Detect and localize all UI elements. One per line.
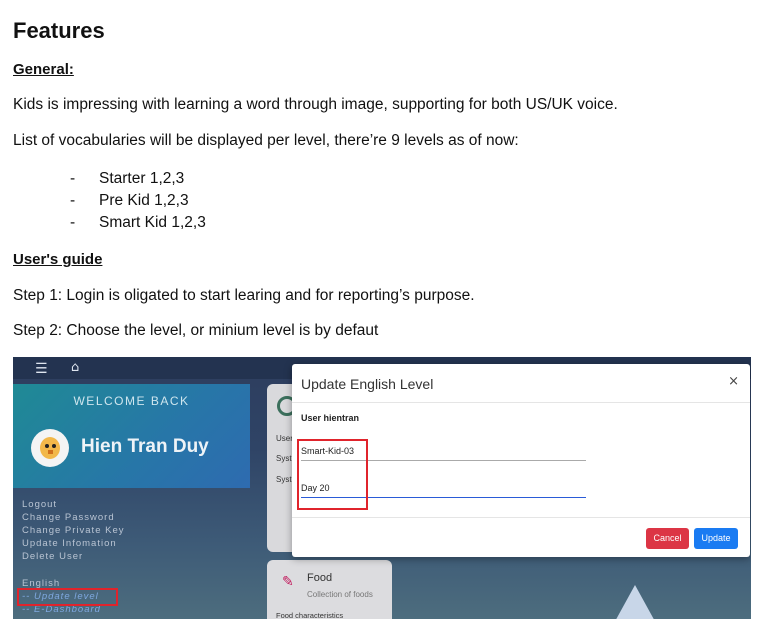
welcome-card: WELCOME BACK Hien Tran Duy bbox=[13, 384, 250, 488]
list-item: - Smart Kid 1,2,3 bbox=[70, 214, 206, 232]
cancel-button[interactable]: Cancel bbox=[646, 528, 689, 549]
pyramid-decoration bbox=[613, 585, 657, 619]
step-2: Step 2: Choose the level, or minium leve… bbox=[13, 322, 379, 339]
modal-title: Update English Level bbox=[301, 376, 434, 392]
food-title: Food bbox=[307, 572, 333, 584]
bullet-dash: - bbox=[70, 192, 76, 209]
list-item-text: Smart Kid 1,2,3 bbox=[99, 214, 206, 231]
embedded-screenshot: ☰ ⌂ WELCOME BACK Hien Tran Duy Logout Ch… bbox=[13, 357, 751, 619]
update-button[interactable]: Update bbox=[694, 528, 738, 549]
update-level-modal: Update English Level × User hientran Sma… bbox=[292, 364, 750, 557]
guide-heading: User's guide bbox=[13, 251, 103, 268]
sidebar-item-delete-user[interactable]: Delete User bbox=[22, 551, 83, 562]
food-characteristics: Food characteristics bbox=[276, 611, 344, 619]
highlight-box-update-level bbox=[17, 588, 118, 606]
brush-icon: ✎ bbox=[282, 574, 294, 590]
general-heading: General: bbox=[13, 61, 74, 78]
bullet-dash: - bbox=[70, 170, 76, 187]
user-name: Hien Tran Duy bbox=[81, 436, 209, 457]
avatar bbox=[31, 429, 69, 467]
home-icon[interactable]: ⌂ bbox=[71, 360, 79, 375]
list-item-text: Starter 1,2,3 bbox=[99, 170, 185, 187]
sidebar-item-update-information[interactable]: Update Infomation bbox=[22, 538, 117, 549]
divider bbox=[292, 517, 750, 518]
bullet-dash: - bbox=[70, 214, 76, 231]
intro-paragraph: Kids is impressing with learning a word … bbox=[13, 96, 618, 113]
sidebar-item-change-private-key[interactable]: Change Private Key bbox=[22, 525, 125, 536]
list-item: - Pre Kid 1,2,3 bbox=[70, 192, 189, 210]
divider bbox=[292, 402, 750, 403]
close-icon[interactable]: × bbox=[728, 374, 739, 389]
step-1: Step 1: Login is oligated to start leari… bbox=[13, 287, 475, 304]
user-label: User hientran bbox=[301, 413, 360, 423]
panel-line: User bbox=[276, 434, 293, 443]
highlight-box-fields bbox=[297, 439, 368, 510]
panel-line: Syst bbox=[276, 454, 292, 463]
food-subtitle: Collection of foods bbox=[307, 590, 373, 599]
chick-icon bbox=[40, 437, 60, 459]
page-title: Features bbox=[13, 18, 105, 43]
food-card[interactable]: ✎ Food Collection of foods Food characte… bbox=[267, 560, 392, 619]
panel-line: Syst bbox=[276, 475, 292, 484]
sidebar-item-logout[interactable]: Logout bbox=[22, 499, 57, 510]
levels-paragraph: List of vocabularies will be displayed p… bbox=[13, 132, 519, 149]
sidebar-item-change-password[interactable]: Change Password bbox=[22, 512, 115, 523]
list-item: - Starter 1,2,3 bbox=[70, 170, 184, 188]
list-item-text: Pre Kid 1,2,3 bbox=[99, 192, 189, 209]
menu-icon[interactable]: ☰ bbox=[35, 361, 48, 377]
welcome-label: WELCOME BACK bbox=[73, 394, 190, 408]
